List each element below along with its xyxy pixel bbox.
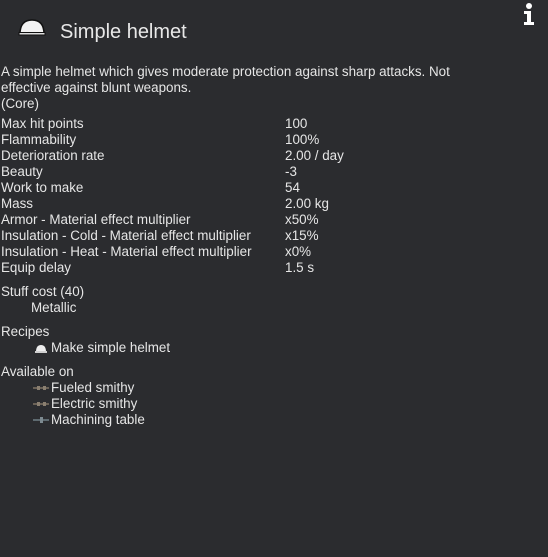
stat-value: 1.5 s	[285, 260, 315, 275]
stat-value: x15%	[285, 228, 319, 243]
stat-row: Beauty -3	[1, 164, 541, 180]
stat-row: Deterioration rate 2.00 / day	[1, 148, 541, 164]
workbench-item[interactable]: Machining table	[1, 412, 541, 428]
stat-row: Equip delay 1.5 s	[1, 260, 541, 276]
header: Simple helmet	[0, 0, 548, 60]
workbench-label: Electric smithy	[51, 396, 138, 411]
stats-list: Max hit points 100 Flammability 100% Det…	[1, 116, 541, 276]
stat-value: 2.00 kg	[285, 196, 329, 211]
smithy-icon	[33, 402, 49, 406]
stat-label: Flammability	[1, 132, 77, 147]
stat-row: Insulation - Heat - Material effect mult…	[1, 244, 541, 260]
page-title: Simple helmet	[60, 21, 187, 43]
stat-value: -3	[285, 164, 297, 179]
helmet-icon	[18, 19, 46, 36]
stat-label: Beauty	[1, 164, 43, 179]
recipe-label: Make simple helmet	[51, 340, 171, 355]
stat-row: Armor - Material effect multiplier x50%	[1, 212, 541, 228]
workbench-item[interactable]: Electric smithy	[1, 396, 541, 412]
stuff-cost-title: Stuff cost (40)	[1, 284, 85, 299]
stat-label: Max hit points	[1, 116, 84, 131]
stuff-cost-item: Metallic	[31, 300, 77, 315]
stat-label: Armor - Material effect multiplier	[1, 212, 191, 227]
stat-value: x0%	[285, 244, 312, 259]
machining-table-icon	[33, 417, 49, 423]
stat-label: Insulation - Heat - Material effect mult…	[1, 244, 252, 259]
stat-row: Mass 2.00 kg	[1, 196, 541, 212]
workbench-item[interactable]: Fueled smithy	[1, 380, 541, 396]
stat-value: 54	[285, 180, 300, 195]
recipe-item[interactable]: Make simple helmet	[1, 340, 541, 356]
stat-value: 100	[285, 116, 308, 131]
stat-row: Flammability 100%	[1, 132, 541, 148]
source-label: (Core)	[1, 96, 39, 111]
smithy-icon	[33, 386, 49, 390]
workbench-label: Fueled smithy	[51, 380, 135, 395]
stat-row: Insulation - Cold - Material effect mult…	[1, 228, 541, 244]
helmet-icon	[35, 345, 47, 353]
stat-row: Work to make 54	[1, 180, 541, 196]
stat-label: Work to make	[1, 180, 84, 195]
stat-label: Deterioration rate	[1, 148, 105, 163]
available-on-title: Available on	[1, 364, 74, 379]
stat-label: Insulation - Cold - Material effect mult…	[1, 228, 251, 243]
stat-row: Max hit points 100	[1, 116, 541, 132]
stat-label: Mass	[1, 196, 33, 211]
workbench-label: Machining table	[51, 412, 145, 427]
info-icon[interactable]	[520, 2, 538, 26]
stat-value: 100%	[285, 132, 320, 147]
stat-label: Equip delay	[1, 260, 71, 275]
info-panel: A simple helmet which gives moderate pro…	[1, 64, 541, 428]
description: A simple helmet which gives moderate pro…	[1, 64, 450, 95]
stat-value: x50%	[285, 212, 319, 227]
stat-value: 2.00 / day	[285, 148, 344, 163]
recipes-title: Recipes	[1, 324, 50, 339]
